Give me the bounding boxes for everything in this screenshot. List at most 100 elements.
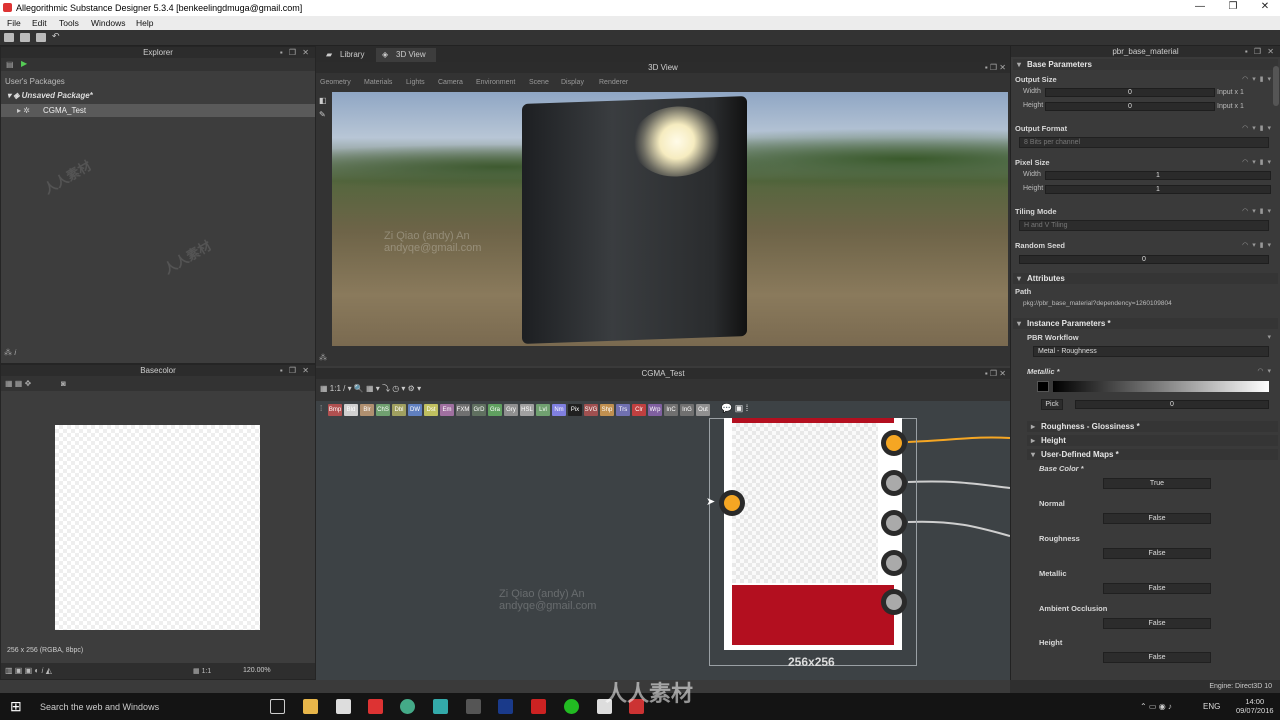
panel-controls-icon[interactable]: ▪ ❐ ✕ [985, 62, 1006, 73]
tool-icon[interactable]: ◧ [319, 96, 327, 105]
atomic-node-dbl[interactable]: Dbl [392, 404, 406, 416]
tab-library[interactable]: ▰ Library [320, 48, 374, 62]
panel-controls-icon[interactable]: ▪ ❐ ✕ [280, 47, 311, 58]
output-format-dropdown[interactable]: 8 Bits per channel [1019, 137, 1269, 148]
menu-renderer[interactable]: Renderer [599, 79, 628, 86]
package-icon[interactable]: ▤ [6, 60, 14, 69]
undo-icon[interactable]: ↶ [52, 31, 62, 41]
menu-lights[interactable]: Lights [406, 79, 425, 86]
new-icon[interactable] [4, 33, 14, 42]
metallic-gradient[interactable] [1053, 381, 1269, 392]
map-toggle-height[interactable]: False [1103, 652, 1211, 663]
param-controls-icon[interactable]: ◠ ▾ [1257, 367, 1272, 375]
atomic-node-bld[interactable]: Bld [344, 404, 358, 416]
section-height[interactable]: Height [1027, 435, 1278, 446]
metallic-swatch[interactable] [1037, 381, 1049, 392]
atomic-node-svg[interactable]: SVG [584, 404, 598, 416]
atomic-node-out[interactable]: Out [696, 404, 710, 416]
menu-file[interactable]: File [7, 18, 21, 28]
section-user-defined-maps[interactable]: User-Defined Maps * [1027, 449, 1278, 460]
menu-display[interactable]: Display [561, 79, 584, 86]
view-options-icon[interactable]: ▦ ▦ ✥ [5, 379, 31, 388]
metallic-slider[interactable]: 0 [1075, 400, 1269, 409]
output-pin-roughness[interactable] [881, 510, 907, 536]
menu-scene[interactable]: Scene [529, 79, 549, 86]
section-base-parameters[interactable]: Base Parameters [1013, 59, 1278, 70]
tiling-mode-dropdown[interactable]: H and V Tiling [1019, 220, 1269, 231]
menu-environment[interactable]: Environment [476, 79, 515, 86]
section-instance-parameters[interactable]: Instance Parameters * [1013, 318, 1278, 329]
open-icon[interactable] [20, 33, 30, 42]
menu-camera[interactable]: Camera [438, 79, 463, 86]
pick-button[interactable]: Pick [1041, 399, 1063, 410]
atomic-node-bmp[interactable]: Bmp [328, 404, 342, 416]
menu-materials[interactable]: Materials [364, 79, 392, 86]
atomic-node-em[interactable]: Em [440, 404, 454, 416]
tray-icons[interactable]: ⌃ ▭ ◉ ♪ [1140, 702, 1172, 711]
param-controls-icon[interactable]: ◠ ▾ ▮ ▾ [1242, 241, 1272, 249]
panel-controls-icon[interactable]: ▪ ❐ ✕ [1245, 46, 1276, 57]
atomic-node-inc[interactable]: InC [664, 404, 678, 416]
atomic-node-trs[interactable]: Trs [616, 404, 630, 416]
app-icon[interactable] [531, 699, 546, 714]
menu-edit[interactable]: Edit [32, 18, 47, 28]
atomic-node-pix[interactable]: Pix [568, 404, 582, 416]
output-node[interactable] [724, 418, 902, 650]
atomic-node-lvl[interactable]: Lvl [536, 404, 550, 416]
width-slider[interactable]: 0 [1045, 88, 1215, 97]
taskbar-search[interactable]: Search the web and Windows [40, 702, 159, 712]
app-icon[interactable] [466, 699, 481, 714]
section-attributes[interactable]: Attributes [1013, 273, 1278, 284]
atomic-node-gra[interactable]: Gra [488, 404, 502, 416]
atomic-node-clr[interactable]: Clr [632, 404, 646, 416]
task-view-icon[interactable] [270, 699, 285, 714]
map-toggle-roughness[interactable]: False [1103, 548, 1211, 559]
graph-item-row[interactable]: ▸ ✲ CGMA_Test [1, 104, 315, 117]
path-value[interactable]: pkg://pbr_base_material?dependency=12601… [1023, 300, 1172, 307]
section-roughness-glossiness[interactable]: Roughness - Glossiness * [1027, 421, 1278, 432]
input-pin[interactable] [719, 490, 745, 516]
atomic-node-fxm[interactable]: FXM [456, 404, 470, 416]
texture-preview[interactable] [55, 425, 260, 630]
map-toggle-ambient-occlusion[interactable]: False [1103, 618, 1211, 629]
close-button[interactable]: ✕ [1250, 1, 1280, 15]
app-icon[interactable] [433, 699, 448, 714]
random-seed-slider[interactable]: 0 [1019, 255, 1269, 264]
atomic-node-grd[interactable]: GrD [472, 404, 486, 416]
save-icon[interactable] [36, 33, 46, 42]
chrome-icon[interactable] [400, 699, 415, 714]
menu-tools[interactable]: Tools [59, 18, 79, 28]
tool-icon[interactable]: ✎ [319, 110, 326, 119]
substance-icon[interactable] [368, 699, 383, 714]
menu-geometry[interactable]: Geometry [320, 79, 351, 86]
params-scrollbar[interactable] [1273, 66, 1279, 106]
explorer-icon[interactable] [303, 699, 318, 714]
atomic-node-chs[interactable]: ChS [376, 404, 390, 416]
atomic-node-ing[interactable]: InG [680, 404, 694, 416]
map-toggle-normal[interactable]: False [1103, 513, 1211, 524]
param-controls-icon[interactable]: ◠ ▾ ▮ ▾ [1242, 124, 1272, 132]
output-pin-basecolor[interactable] [881, 430, 907, 456]
atomic-node-dst[interactable]: Dst [424, 404, 438, 416]
pbr-workflow-dropdown[interactable]: Metal - Roughness [1033, 346, 1269, 357]
menu-windows[interactable]: Windows [91, 18, 125, 28]
camera-icon[interactable]: ◙ [61, 379, 66, 388]
store-icon[interactable] [336, 699, 351, 714]
atomic-node-hsl[interactable]: HSL [520, 404, 534, 416]
comment-icons[interactable]: 💬 ▣ ⁞ [721, 403, 748, 414]
map-toggle-base-color[interactable]: True [1103, 478, 1211, 489]
3d-viewport[interactable]: Zi Qiao (andy) An andyqe@gmail.com [332, 92, 1008, 346]
param-controls-icon[interactable]: ▾ [1267, 333, 1272, 341]
minimize-button[interactable]: — [1185, 1, 1215, 15]
explorer-footer-icons[interactable]: ⁂ 𝑖 [4, 348, 16, 358]
atomic-node-wrp[interactable]: Wrp [648, 404, 662, 416]
camera-settings-icon[interactable]: ⁂ [319, 353, 327, 362]
pixel-width-slider[interactable]: 1 [1045, 171, 1271, 180]
output-pin-metallic[interactable] [881, 550, 907, 576]
tab-3d-view[interactable]: ◈ 3D View [376, 48, 436, 62]
package-item[interactable]: ▾ ◈ Unsaved Package* [7, 91, 93, 100]
spotify-icon[interactable] [564, 699, 579, 714]
param-controls-icon[interactable]: ◠ ▾ ▮ ▾ [1242, 207, 1272, 215]
atomic-node-dw[interactable]: DW [408, 404, 422, 416]
photoshop-icon[interactable] [498, 699, 513, 714]
